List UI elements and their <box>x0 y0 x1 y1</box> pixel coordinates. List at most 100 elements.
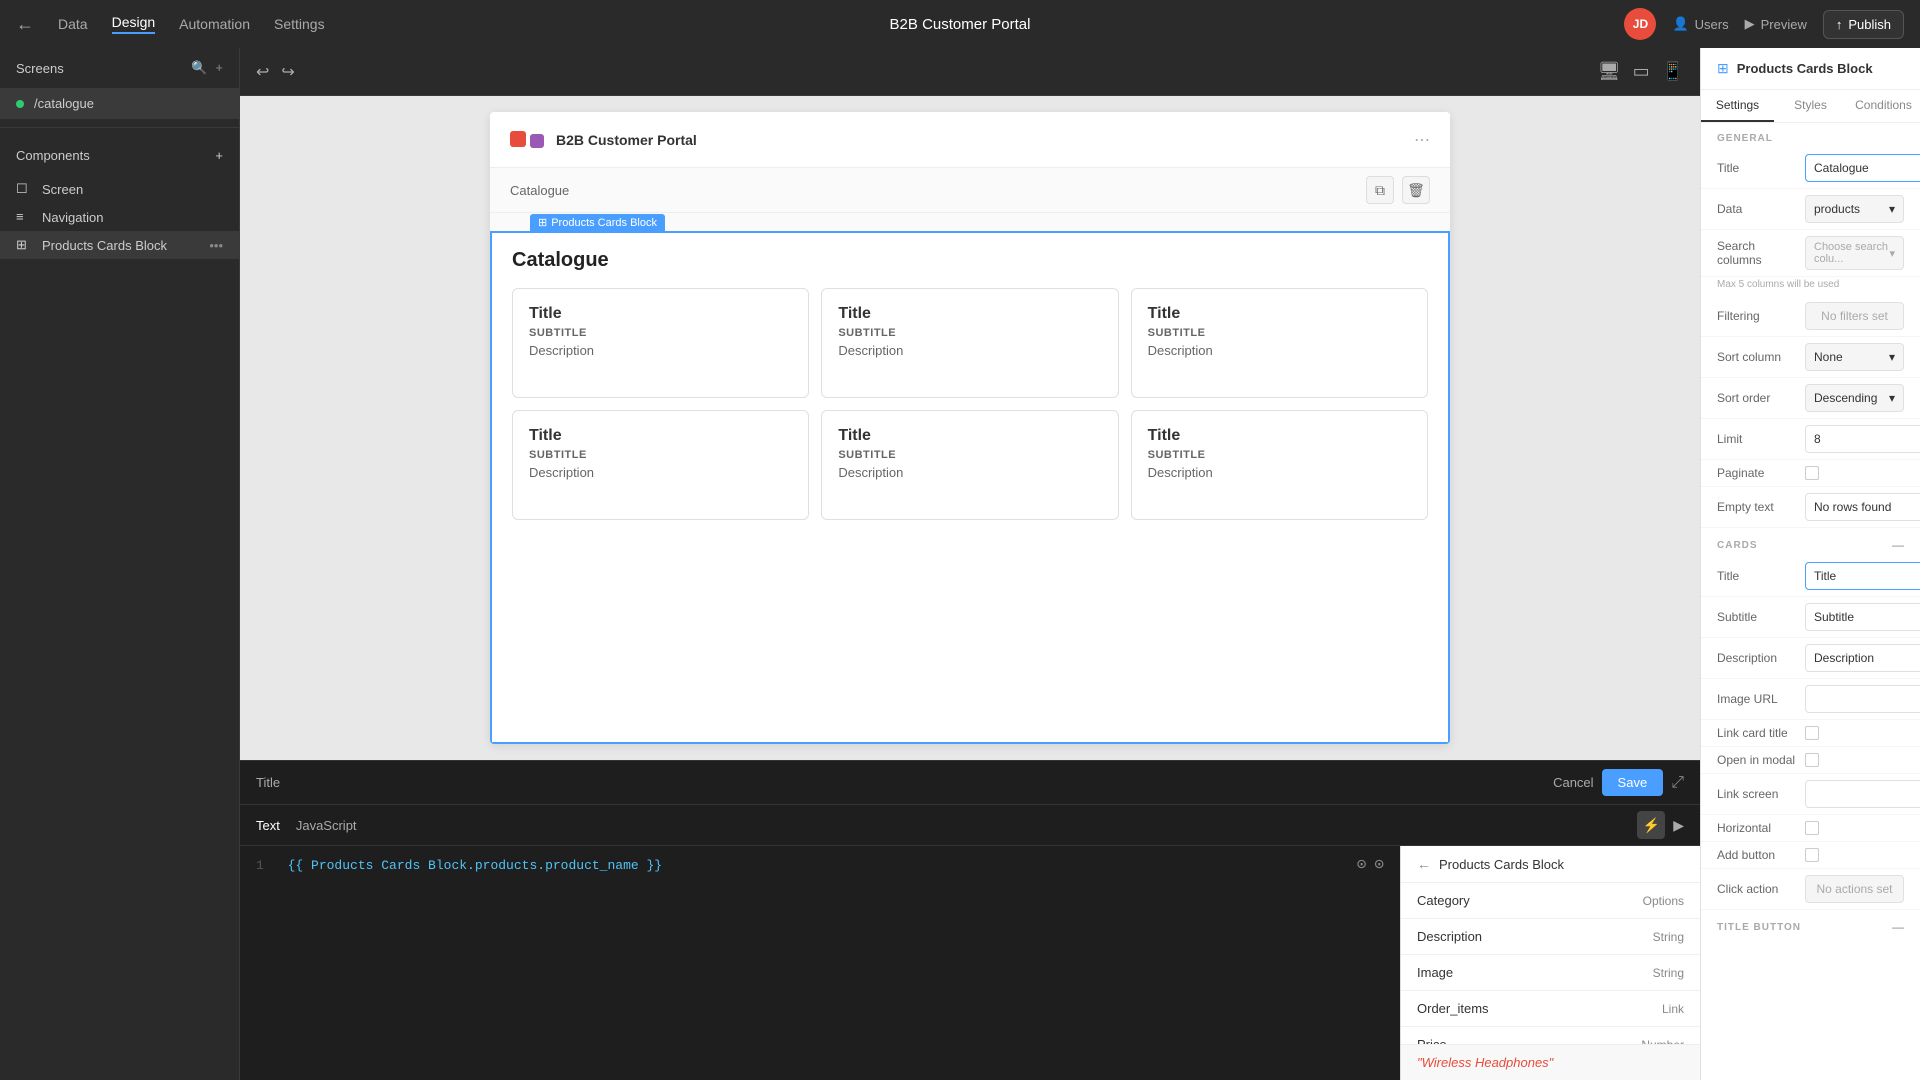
product-card-2[interactable]: Title SUBTITLE Description <box>821 288 1118 398</box>
cards-grid: Title SUBTITLE Description Title SUBTITL… <box>512 288 1428 520</box>
card-5-title: Title <box>838 427 1101 445</box>
rs-field-card-title: Title ⚡ <box>1701 556 1920 597</box>
add-screen-icon[interactable]: + <box>215 60 223 76</box>
ac-item-image[interactable]: Image String <box>1401 955 1700 991</box>
rs-tab-styles[interactable]: Styles <box>1774 90 1847 122</box>
tablet-view-button[interactable]: ▭ <box>1633 61 1650 82</box>
rs-add-button-checkbox[interactable] <box>1805 848 1819 862</box>
search-icon[interactable]: 🔍 <box>191 60 207 76</box>
settings-code-icon[interactable]: ⊙ <box>1374 854 1384 874</box>
rs-filtering-button[interactable]: No filters set <box>1805 302 1904 330</box>
preview-more-dots[interactable]: ⋯ <box>1414 130 1430 150</box>
bottom-field-label: Title <box>256 775 280 790</box>
rs-field-click-action: Click action No actions set <box>1701 869 1920 910</box>
component-products-cards-block[interactable]: ⊞ Products Cards Block ••• <box>0 231 239 259</box>
nav-automation[interactable]: Automation <box>179 16 250 32</box>
rs-empty-text-input[interactable] <box>1805 493 1920 521</box>
rs-tab-conditions[interactable]: Conditions <box>1847 90 1920 122</box>
autocomplete-panel: ← Products Cards Block Category Options … <box>1400 846 1700 1080</box>
component-screen[interactable]: ☐ Screen <box>0 175 239 203</box>
rs-search-columns-select[interactable]: Choose search colu... ▾ <box>1805 236 1904 270</box>
product-card-3[interactable]: Title SUBTITLE Description <box>1131 288 1428 398</box>
component-navigation[interactable]: ≡ Navigation <box>0 203 239 231</box>
rs-horizontal-checkbox[interactable] <box>1805 821 1819 835</box>
nav-settings[interactable]: Settings <box>274 16 325 32</box>
preview-breadcrumb: Catalogue ⧉ 🗑 <box>490 168 1450 213</box>
rs-card-title-input[interactable] <box>1805 562 1920 590</box>
rs-block-title: Products Cards Block <box>1737 61 1873 76</box>
product-card-4[interactable]: Title SUBTITLE Description <box>512 410 809 520</box>
rs-header: ⊞ Products Cards Block <box>1701 48 1920 90</box>
rs-link-card-checkbox[interactable] <box>1805 726 1819 740</box>
card-6-subtitle: SUBTITLE <box>1148 449 1411 461</box>
copy-action-button[interactable]: ⧉ <box>1366 176 1394 204</box>
save-button[interactable]: Save <box>1602 769 1664 796</box>
catalogue-block[interactable]: Catalogue Title SUBTITLE Description Tit… <box>490 231 1450 744</box>
play-button[interactable]: ▶ <box>1673 811 1684 839</box>
rs-open-modal-checkbox[interactable] <box>1805 753 1819 767</box>
ac-item-description[interactable]: Description String <box>1401 919 1700 955</box>
users-button[interactable]: 👤 Users <box>1672 16 1728 32</box>
rs-card-subtitle-input[interactable] <box>1805 603 1920 631</box>
rs-tab-settings[interactable]: Settings <box>1701 90 1774 122</box>
title-button-collapse[interactable]: — <box>1892 920 1904 934</box>
rs-field-data: Data products ▾ <box>1701 189 1920 230</box>
component-more-button[interactable]: ••• <box>209 238 223 253</box>
rs-field-filtering: Filtering No filters set <box>1701 296 1920 337</box>
screen-component-icon: ☐ <box>16 181 32 197</box>
ac-item-price[interactable]: Price Number <box>1401 1027 1700 1044</box>
rs-paginate-checkbox[interactable] <box>1805 466 1819 480</box>
rs-sort-order-select[interactable]: Descending ▾ <box>1805 384 1904 412</box>
tab-text[interactable]: Text <box>256 818 280 833</box>
nav-design[interactable]: Design <box>112 14 156 34</box>
code-editor[interactable]: 1 {{ Products Cards Block.products.produ… <box>240 846 1400 1080</box>
tab-javascript[interactable]: JavaScript <box>296 818 357 833</box>
undo-button[interactable]: ↩ <box>256 62 269 82</box>
product-card-5[interactable]: Title SUBTITLE Description <box>821 410 1118 520</box>
rs-field-search-columns: Search columns Choose search colu... ▾ <box>1701 230 1920 277</box>
mobile-view-button[interactable]: 📱 <box>1662 61 1684 82</box>
ac-item-category[interactable]: Category Options <box>1401 883 1700 919</box>
toolbar: ↩ ↪ 🖥 ▭ 📱 <box>240 48 1700 96</box>
publish-icon: ↑ <box>1836 17 1843 32</box>
rs-image-url-input[interactable] <box>1805 685 1920 713</box>
sort-order-chevron: ▾ <box>1889 391 1895 405</box>
product-card-1[interactable]: Title SUBTITLE Description <box>512 288 809 398</box>
redo-button[interactable]: ↪ <box>281 62 294 82</box>
product-card-6[interactable]: Title SUBTITLE Description <box>1131 410 1428 520</box>
ac-item-order-items[interactable]: Order_items Link <box>1401 991 1700 1027</box>
search-col-chevron: ▾ <box>1889 247 1895 260</box>
rs-field-paginate: Paginate <box>1701 460 1920 487</box>
bottom-tabs: Text JavaScript ⚡ ▶ <box>240 805 1700 846</box>
expand-button[interactable]: ⤢ <box>1671 774 1684 792</box>
rs-click-action-button[interactable]: No actions set <box>1805 875 1904 903</box>
logo-purple-square <box>530 134 544 148</box>
rs-link-screen-input[interactable] <box>1805 780 1920 808</box>
rs-limit-input[interactable] <box>1805 425 1920 453</box>
copy-icon[interactable]: ⊙ <box>1357 854 1367 874</box>
rs-data-select-wrapper[interactable]: products ▾ <box>1805 195 1904 223</box>
autocomplete-title: Products Cards Block <box>1439 857 1564 872</box>
preview-button[interactable]: ▶ Preview <box>1745 16 1807 32</box>
lightning-button[interactable]: ⚡ <box>1637 811 1665 839</box>
screen-active-dot <box>16 100 24 108</box>
rs-title-input[interactable] <box>1805 154 1920 182</box>
components-section-header: Components + <box>0 136 239 175</box>
sidebar-item-catalogue[interactable]: /catalogue <box>0 88 239 119</box>
breadcrumb-actions: ⧉ 🗑 <box>1366 176 1430 204</box>
rs-sort-column-select[interactable]: None ▾ <box>1805 343 1904 371</box>
back-button[interactable]: ← <box>16 14 34 35</box>
max-columns-note: Max 5 columns will be used <box>1701 277 1920 296</box>
publish-button[interactable]: ↑ Publish <box>1823 10 1904 39</box>
cancel-button[interactable]: Cancel <box>1553 775 1593 790</box>
rs-card-description-input[interactable] <box>1805 644 1920 672</box>
nav-data[interactable]: Data <box>58 16 88 32</box>
add-component-icon[interactable]: + <box>215 148 223 163</box>
card-5-description: Description <box>838 465 1101 480</box>
delete-action-button[interactable]: 🗑 <box>1402 176 1430 204</box>
rs-field-add-button: Add button <box>1701 842 1920 869</box>
cards-section-collapse[interactable]: — <box>1892 538 1904 552</box>
autocomplete-back[interactable]: ← <box>1417 856 1431 872</box>
desktop-view-button[interactable]: 🖥 <box>1598 61 1621 82</box>
card-3-subtitle: SUBTITLE <box>1148 327 1411 339</box>
